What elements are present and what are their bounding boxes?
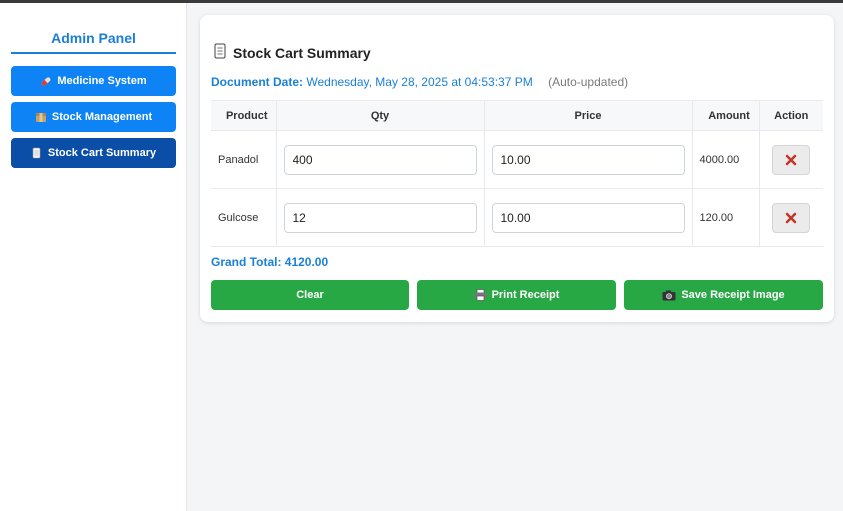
- page-title-text: Stock Cart Summary: [233, 44, 371, 61]
- document-date-label: Document Date:: [211, 75, 304, 89]
- table-row: Gulcose 120.00: [211, 188, 823, 247]
- amount-cell: 4000.00: [692, 130, 760, 189]
- action-cell: [759, 188, 823, 247]
- product-cell: Panadol: [211, 130, 277, 189]
- camera-icon: [662, 290, 676, 301]
- scroll-icon: [31, 147, 43, 159]
- qty-input[interactable]: [283, 144, 477, 175]
- document-date: Document Date: Wednesday, May 28, 2025 a…: [211, 75, 628, 89]
- column-header-price: Price: [483, 100, 693, 131]
- scroll-icon: [213, 43, 227, 62]
- clear-button-label: Clear: [296, 289, 324, 301]
- amount-cell: 120.00: [692, 188, 760, 247]
- auto-updated-note: (Auto-updated): [548, 75, 629, 89]
- qty-cell: [276, 130, 485, 189]
- delete-row-button[interactable]: [772, 202, 811, 233]
- qty-cell: [276, 188, 485, 247]
- product-cell: Gulcose: [211, 188, 277, 247]
- nav-stock-cart-summary[interactable]: Stock Cart Summary: [11, 138, 176, 168]
- column-header-product: Product: [211, 100, 277, 131]
- nav-stock-management[interactable]: Stock Management: [11, 102, 176, 132]
- print-receipt-button[interactable]: Print Receipt: [417, 280, 616, 310]
- print-receipt-label: Print Receipt: [491, 289, 560, 301]
- cart-summary-card: Stock Cart Summary Document Date: Wednes…: [200, 15, 834, 322]
- nav-medicine-system[interactable]: Medicine System: [11, 66, 176, 96]
- nav-stock-management-label: Stock Management: [51, 111, 153, 123]
- grand-total: Grand Total: 4120.00: [211, 255, 329, 269]
- close-icon: [785, 154, 797, 165]
- page-title: Stock Cart Summary: [213, 43, 371, 62]
- column-header-qty: Qty: [275, 100, 485, 131]
- nav-medicine-system-label: Medicine System: [57, 75, 147, 87]
- nav-stock-cart-summary-label: Stock Cart Summary: [47, 147, 157, 159]
- clear-button[interactable]: Clear: [211, 280, 409, 310]
- sidebar-title: Admin Panel: [11, 30, 176, 54]
- price-cell: [484, 188, 693, 247]
- close-icon: [785, 212, 797, 223]
- column-header-action: Action: [758, 100, 823, 131]
- printer-icon: [474, 289, 487, 301]
- pill-icon: [40, 75, 52, 87]
- table-header-row: Product Qty Price Amount Action: [211, 100, 823, 131]
- price-input[interactable]: [491, 202, 685, 233]
- box-icon: [35, 111, 47, 123]
- price-cell: [484, 130, 693, 189]
- cart-table: Product Qty Price Amount Action Panadol …: [211, 100, 823, 247]
- delete-row-button[interactable]: [772, 144, 811, 175]
- save-receipt-image-label: Save Receipt Image: [681, 289, 785, 301]
- action-cell: [759, 130, 823, 189]
- column-header-amount: Amount: [691, 100, 760, 131]
- sidebar: Admin Panel Medicine System Stock Manage…: [0, 3, 187, 511]
- save-receipt-image-button[interactable]: Save Receipt Image: [624, 280, 823, 310]
- qty-input[interactable]: [283, 202, 477, 233]
- table-row: Panadol 4000.00: [211, 130, 823, 189]
- document-date-value: Wednesday, May 28, 2025 at 04:53:37 PM: [306, 75, 533, 89]
- price-input[interactable]: [491, 144, 685, 175]
